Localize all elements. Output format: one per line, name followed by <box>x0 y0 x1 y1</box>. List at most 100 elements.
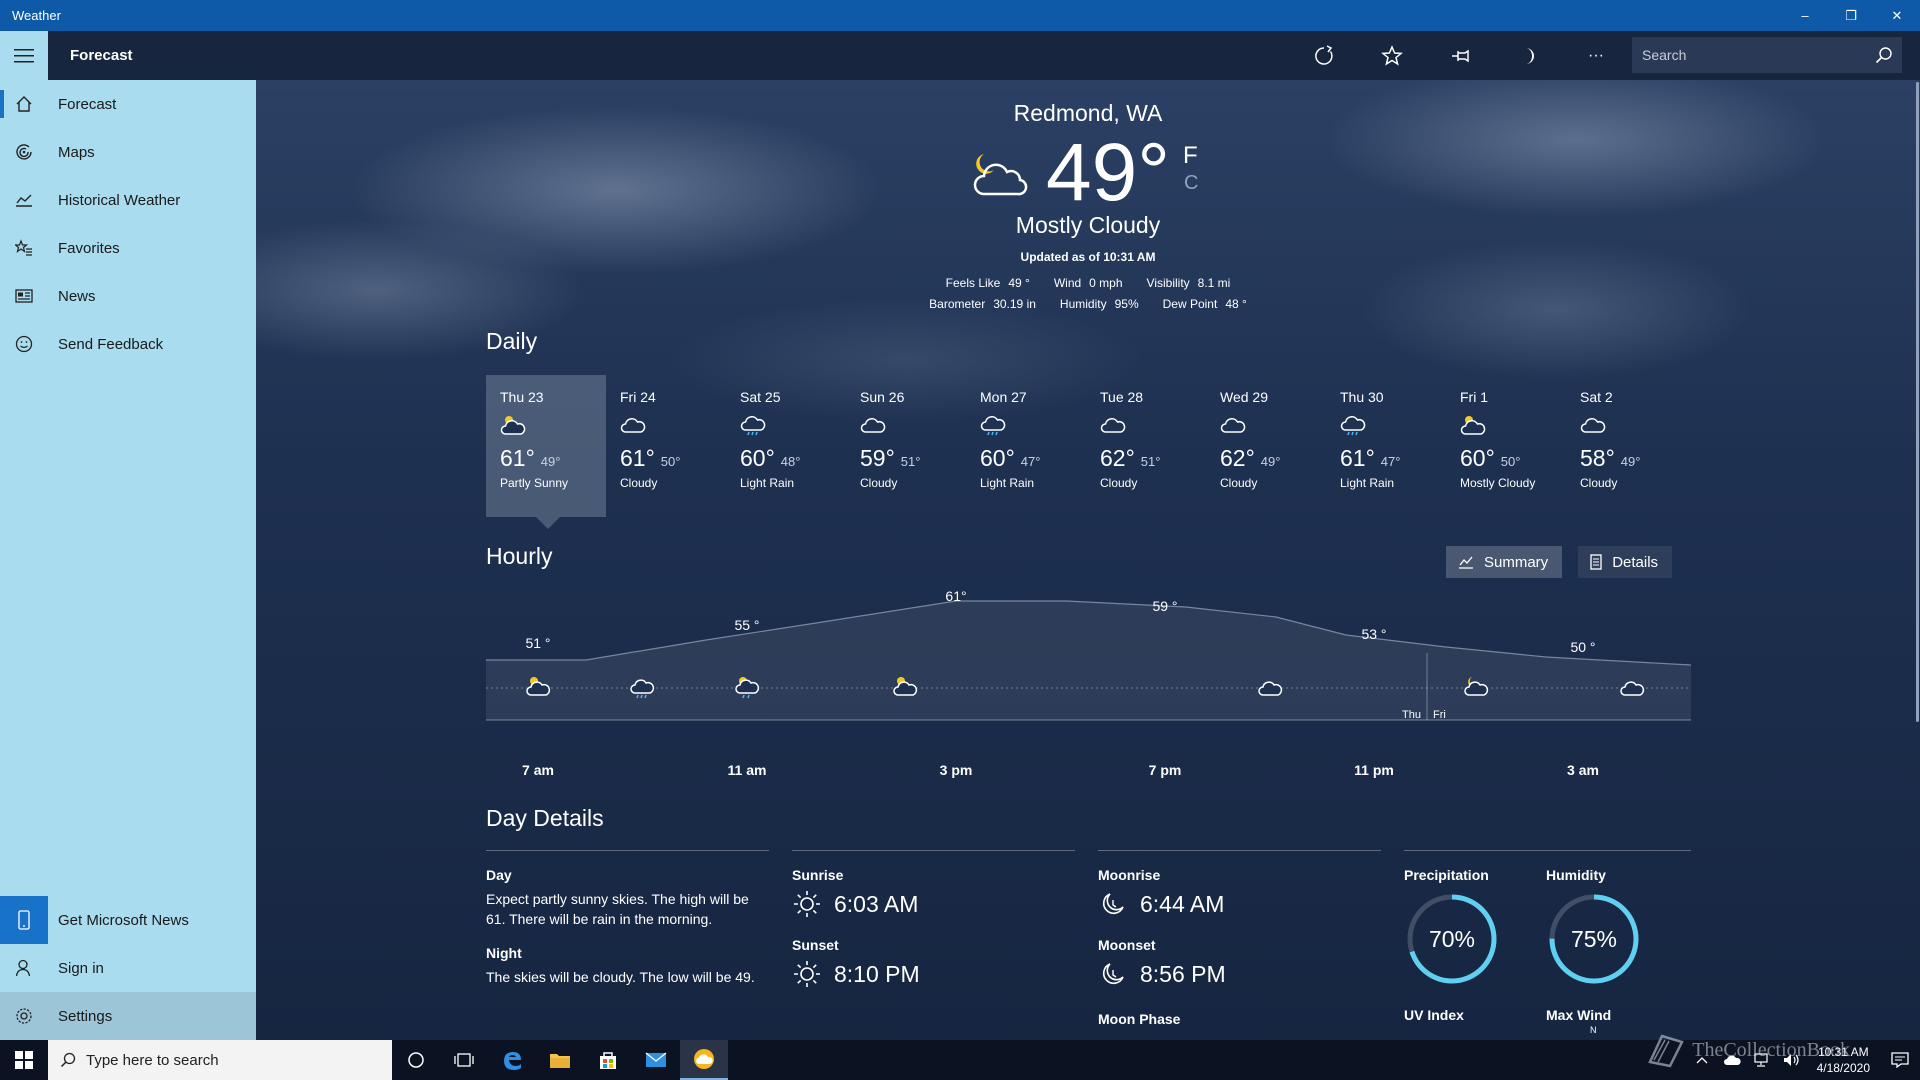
day-card[interactable]: Thu 23 61° 49° Partly Sunny <box>486 375 606 529</box>
dark-mode-button[interactable] <box>1494 31 1562 80</box>
light-rain-icon <box>1340 413 1446 439</box>
scrollbar-thumb[interactable] <box>1916 82 1919 722</box>
taskbar: Type here to search 10:31 AM 4/18/2020 <box>0 1040 1920 1080</box>
humidity-stat: Humidity 95% <box>1059 297 1139 311</box>
day-card[interactable]: Thu 30 61° 47° Light Rain <box>1326 375 1446 517</box>
chart-icon <box>0 191 48 209</box>
cloudy-icon <box>1100 413 1206 439</box>
favorite-button[interactable] <box>1358 31 1426 80</box>
sidebar-item-historical-weather[interactable]: Historical Weather <box>0 176 256 224</box>
moon-times: Moonrise 6:44 AM Moonset 8:56 PM Moon Ph… <box>1098 850 1381 1027</box>
hourly-heading: Hourly <box>486 543 553 569</box>
sidebar-item-get-microsoft-news[interactable]: Get Microsoft News <box>0 896 256 944</box>
time-label: 7 pm <box>1148 762 1182 778</box>
sidebar-item-label: Get Microsoft News <box>58 911 189 929</box>
current-condition: Mostly Cloudy <box>1015 212 1161 238</box>
light-rain-icon <box>980 413 1086 439</box>
more-button[interactable]: ··· <box>1562 31 1630 80</box>
hamburger-menu-button[interactable] <box>0 31 48 80</box>
sidebar-item-label: Favorites <box>58 239 120 257</box>
hourly-time-axis: 7 am 11 am 3 pm 7 pm 11 pm 3 am <box>486 762 1691 782</box>
taskbar-search[interactable]: Type here to search <box>48 1040 392 1080</box>
updated-time: Updated as of 10:31 AM <box>1020 250 1156 264</box>
edge-button[interactable] <box>488 1040 536 1080</box>
unit-fahrenheit-button[interactable]: F <box>1183 142 1198 170</box>
day-card[interactable]: Sat 25 60° 48° Light Rain <box>726 375 846 517</box>
sun-times: Sunrise 6:03 AM Sunset 8:10 PM <box>792 850 1075 989</box>
sidebar-item-forecast[interactable]: Forecast <box>0 80 256 128</box>
pin-button[interactable] <box>1426 31 1494 80</box>
app-header: Forecast ··· <box>48 31 1920 80</box>
sidebar-item-settings[interactable]: Settings <box>0 992 256 1040</box>
dew-point-stat: Dew Point 48 ° <box>1162 297 1247 311</box>
close-button[interactable]: ✕ <box>1874 0 1920 31</box>
file-explorer-button[interactable] <box>536 1040 584 1080</box>
moon-icon <box>1526 47 1534 64</box>
details-button[interactable]: Details <box>1578 546 1673 578</box>
day-card[interactable]: Fri 24 61° 50° Cloudy <box>606 375 726 517</box>
refresh-icon <box>1315 44 1333 65</box>
sidebar-item-send-feedback[interactable]: Send Feedback <box>0 320 256 368</box>
day-card[interactable]: Tue 28 62° 51° Cloudy <box>1086 375 1206 517</box>
wind-stat: Wind 0 mph <box>1053 276 1123 290</box>
restore-button[interactable]: ❐ <box>1828 0 1874 31</box>
summary-button[interactable]: Summary <box>1446 546 1563 578</box>
daily-heading: Daily <box>486 328 538 354</box>
sunrise-icon <box>794 891 820 917</box>
current-temperature: 49° <box>1046 127 1171 218</box>
start-button[interactable] <box>0 1040 48 1080</box>
day-card[interactable]: Sun 26 59° 51° Cloudy <box>846 375 966 517</box>
mostly-cloudy-icon <box>968 150 1030 209</box>
sidebar-item-sign-in[interactable]: Sign in <box>0 944 256 992</box>
search-input[interactable] <box>1642 47 1866 63</box>
gauges: Precipitation 70% UV Index Humidity 75% … <box>1404 850 1691 1035</box>
minimize-button[interactable]: – <box>1782 0 1828 31</box>
windows-icon <box>15 1051 33 1069</box>
sidebar: Forecast Maps Historical Weather Favorit… <box>0 31 256 1040</box>
title-bar: Weather – ❐ ✕ <box>0 0 1920 31</box>
favorites-icon <box>0 239 48 257</box>
mail-button[interactable] <box>632 1040 680 1080</box>
folder-icon <box>550 1054 570 1068</box>
day-card[interactable]: Fri 1 60° 50° Mostly Cloudy <box>1446 375 1566 517</box>
news-icon <box>0 288 48 304</box>
window-title: Weather <box>12 8 61 23</box>
pin-icon <box>1452 49 1469 62</box>
day-divider-label: Thu <box>1402 709 1421 721</box>
barometer-stat: Barometer 30.19 in <box>929 297 1036 311</box>
watermark: TheCollectionBook <box>1646 1032 1850 1068</box>
day-card[interactable]: Mon 27 60° 47° Light Rain <box>966 375 1086 517</box>
day-divider-label: Fri <box>1433 709 1446 721</box>
temp-label: 51 ° <box>525 635 550 651</box>
cloudy-icon <box>620 413 726 439</box>
time-label: 3 am <box>1567 762 1599 778</box>
day-card[interactable]: Sat 2 58° 49° Cloudy <box>1566 375 1686 517</box>
cortana-button[interactable] <box>392 1040 440 1080</box>
sidebar-item-maps[interactable]: Maps <box>0 128 256 176</box>
unit-celsius-button[interactable]: C <box>1184 172 1198 195</box>
moonset-icon <box>1102 963 1124 985</box>
book-logo-icon <box>1648 1034 1685 1068</box>
weather-app-button[interactable] <box>680 1040 728 1080</box>
hamburger-icon <box>14 48 34 62</box>
refresh-button[interactable] <box>1290 31 1358 80</box>
document-icon <box>1590 554 1602 570</box>
temp-label: 53 ° <box>1361 626 1386 642</box>
temp-label: 50 ° <box>1570 639 1595 655</box>
stats-row-2: Barometer 30.19 in Humidity 95% Dew Point 4… <box>256 297 1920 311</box>
task-view-button[interactable] <box>440 1040 488 1080</box>
sidebar-item-news[interactable]: News <box>0 272 256 320</box>
search-icon[interactable] <box>1866 46 1902 64</box>
star-icon <box>1381 44 1403 66</box>
line-chart-icon <box>1459 556 1473 569</box>
cloudy-icon <box>860 413 966 439</box>
wind-compass-n: N <box>1590 1025 1597 1035</box>
time-label: 11 pm <box>1354 762 1394 778</box>
search-box[interactable] <box>1632 37 1902 73</box>
store-button[interactable] <box>584 1040 632 1080</box>
sidebar-item-favorites[interactable]: Favorites <box>0 224 256 272</box>
gear-icon <box>0 1007 48 1025</box>
action-center-button[interactable] <box>1880 1040 1920 1080</box>
smiley-icon <box>0 335 48 353</box>
day-card[interactable]: Wed 29 62° 49° Cloudy <box>1206 375 1326 517</box>
